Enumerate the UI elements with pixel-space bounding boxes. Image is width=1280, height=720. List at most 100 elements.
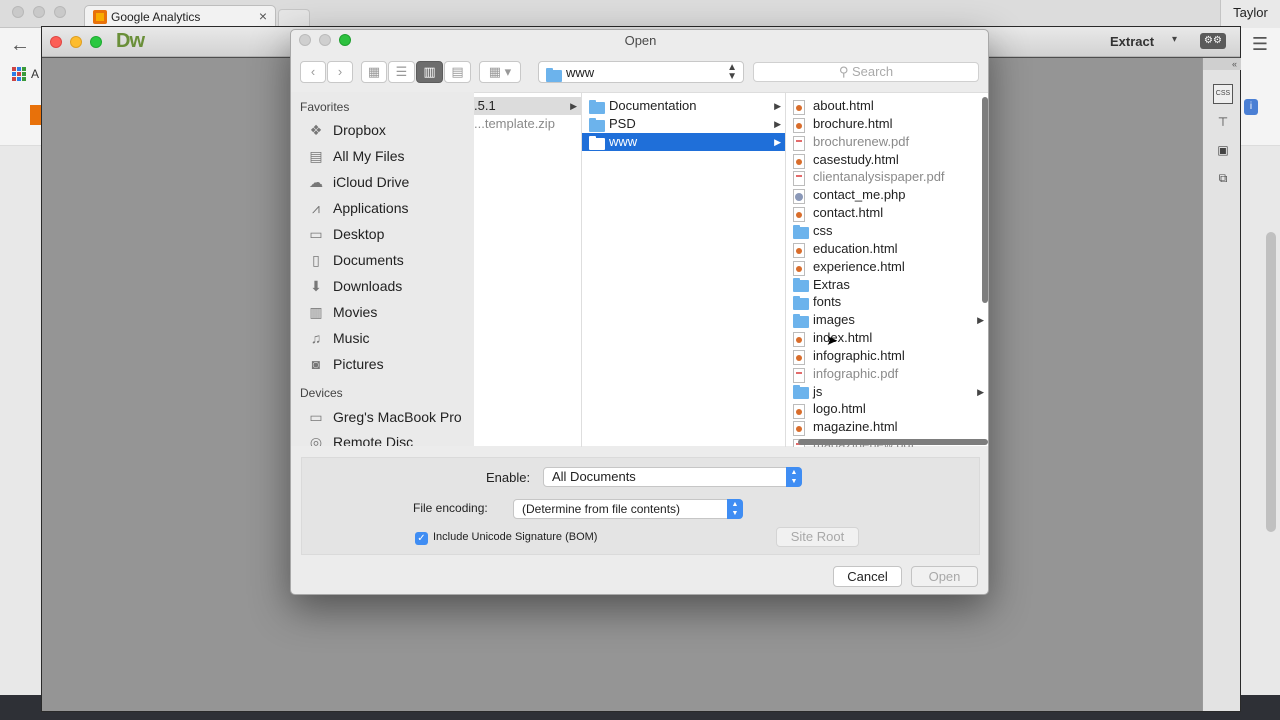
up-down-arrows-icon: ▲ ▼ xyxy=(786,467,802,487)
bom-checkbox-label[interactable]: Include Unicode Signature (BOM) xyxy=(433,531,597,543)
site-root-button[interactable]: Site Root xyxy=(776,527,859,547)
arrange-menu-button[interactable]: ▦ ▾ xyxy=(479,61,521,83)
list-item[interactable]: casestudy.html xyxy=(786,151,982,169)
column-view-button[interactable]: ▥ xyxy=(416,61,443,83)
browser-close-dot[interactable] xyxy=(12,6,24,18)
file-name: casestudy.html xyxy=(813,151,899,167)
list-item[interactable]: clientanalysispaper.pdf xyxy=(786,168,982,187)
sidebar-item-all-my-files[interactable]: ▤ All My Files xyxy=(305,145,470,167)
column-3: magazinenew.pdfmagazine.htmllogo.htmljs▶… xyxy=(786,93,988,447)
list-item[interactable]: fonts xyxy=(786,293,982,311)
folder-icon xyxy=(546,67,562,82)
zoom-window-dot[interactable] xyxy=(90,36,102,48)
chevron-down-icon[interactable]: ▾ xyxy=(1172,34,1177,45)
google-analytics-icon xyxy=(93,10,107,24)
vertical-scrollbar[interactable] xyxy=(982,97,988,303)
list-item[interactable]: .5.1 ▶ xyxy=(474,97,581,115)
panel-collapse-icon[interactable]: « xyxy=(1203,58,1241,70)
hamburger-menu-icon[interactable]: ☰ xyxy=(1252,34,1268,55)
close-window-dot[interactable] xyxy=(50,36,62,48)
file-name: magazine.html xyxy=(813,419,898,435)
browser-user-profile[interactable]: Taylor xyxy=(1220,0,1280,28)
tab-close-icon[interactable]: × xyxy=(259,8,267,24)
forward-button[interactable]: › xyxy=(327,61,353,83)
sidebar-item-remote-disc[interactable]: ◎ Remote Disc xyxy=(305,431,470,446)
file-name: about.html xyxy=(813,98,874,113)
sidebar-item-icloud-drive[interactable]: ☁ iCloud Drive xyxy=(305,171,470,193)
sidebar-item-movies[interactable]: ▥ Movies xyxy=(305,301,470,323)
film-icon: ▥ xyxy=(309,304,323,320)
bom-checkbox[interactable]: ✓ xyxy=(415,532,428,545)
file-name: css xyxy=(813,222,833,238)
sync-settings-icon[interactable]: ⚙⚙ xyxy=(1200,33,1226,49)
folder-icon xyxy=(589,116,605,134)
dom-tree-icon[interactable]: ⊤ xyxy=(1213,112,1233,132)
dialog-title: Open xyxy=(624,33,657,48)
sidebar-item-downloads[interactable]: ⬇ Downloads xyxy=(305,275,470,297)
folder-icon xyxy=(793,277,809,295)
list-item[interactable]: education.html xyxy=(786,240,982,258)
list-item[interactable]: magazine.html xyxy=(786,418,982,437)
workspace-switcher[interactable]: Extract xyxy=(1110,34,1154,49)
enable-select[interactable]: All Documents ▲ ▼ xyxy=(543,467,802,487)
open-button[interactable]: Open xyxy=(911,566,978,587)
file-name: experience.html xyxy=(813,258,905,274)
cloud-icon: ☁ xyxy=(309,174,323,190)
list-item[interactable]: infographic.html xyxy=(786,347,982,365)
search-input[interactable]: ⚲ Search xyxy=(753,62,979,82)
info-badge-icon[interactable]: i xyxy=(1244,99,1258,115)
browser-zoom-dot[interactable] xyxy=(54,6,66,18)
chevron-right-icon: ▶ xyxy=(570,101,577,111)
css-designer-icon[interactable]: CSS xyxy=(1213,84,1233,104)
page-scrollbar[interactable] xyxy=(1266,232,1276,532)
path-popup[interactable]: www ▲ ▼ xyxy=(538,61,744,83)
list-item[interactable]: brochure.html xyxy=(786,115,982,133)
cover-flow-button[interactable]: ▤ xyxy=(444,61,471,83)
file-name: clientanalysispaper.pdf xyxy=(813,169,945,185)
chevron-right-icon: ▶ xyxy=(977,315,984,326)
back-arrow-icon[interactable]: ← xyxy=(10,34,30,57)
file-encoding-label: File encoding: xyxy=(413,501,488,515)
chevron-right-icon: ▶ xyxy=(774,101,781,111)
dreamweaver-logo: Dw xyxy=(116,30,145,52)
list-item[interactable]: infographic.pdf xyxy=(786,365,982,383)
list-item[interactable]: index.html xyxy=(786,329,982,348)
sidebar-item-applications[interactable]: ⩘ Applications xyxy=(305,197,470,219)
list-item[interactable]: js ▶ xyxy=(786,383,984,401)
list-item[interactable]: css xyxy=(786,222,982,240)
browser-minimize-dot[interactable] xyxy=(33,6,45,18)
back-button[interactable]: ‹ xyxy=(300,61,326,83)
assets-briefcase-icon[interactable]: ▣ xyxy=(1213,140,1233,160)
list-item[interactable]: experience.html xyxy=(786,258,982,276)
snippets-icon[interactable]: ⧉ xyxy=(1213,168,1233,188)
list-item[interactable]: logo.html xyxy=(786,400,982,419)
list-item[interactable]: PSD ▶ xyxy=(582,115,785,134)
list-item[interactable]: Documentation ▶ xyxy=(582,97,785,115)
list-view-button[interactable]: ☰ xyxy=(388,61,415,83)
minimize-window-dot[interactable] xyxy=(70,36,82,48)
icon-view-button[interactable]: ▦ xyxy=(361,61,387,83)
sidebar-item-macbook-pro[interactable]: ▭ Greg's MacBook Pro xyxy=(305,406,470,428)
file-name: js xyxy=(813,383,823,399)
chevron-right-icon: ▶ xyxy=(774,137,781,147)
sidebar-item-dropbox[interactable]: ❖ Dropbox xyxy=(305,119,470,141)
sidebar-item-music[interactable]: ♫ Music xyxy=(305,327,470,349)
list-item[interactable]: ...template.zip xyxy=(474,115,581,133)
browser-tab-google-analytics[interactable]: Google Analytics × xyxy=(84,5,276,28)
sidebar-item-desktop[interactable]: ▭ Desktop xyxy=(305,223,470,245)
list-item-selected[interactable]: www ▶ xyxy=(582,133,785,151)
list-item[interactable]: brochurenew.pdf xyxy=(786,133,982,151)
sidebar-item-documents[interactable]: ▯ Documents xyxy=(305,249,470,271)
bookmark-label[interactable]: A xyxy=(31,67,39,81)
list-item[interactable]: Extras xyxy=(786,276,982,294)
browser-tab-title: Google Analytics xyxy=(111,10,201,24)
cancel-button[interactable]: Cancel xyxy=(833,566,902,587)
list-item[interactable]: images ▶ xyxy=(786,311,984,329)
file-encoding-select[interactable]: (Determine from file contents) ▲ ▼ xyxy=(513,499,743,519)
list-item[interactable]: contact.html xyxy=(786,204,982,223)
list-item[interactable]: about.html xyxy=(786,97,982,116)
list-item[interactable]: contact_me.php xyxy=(786,186,982,205)
apps-grid-icon[interactable] xyxy=(12,67,26,81)
horizontal-scrollbar[interactable] xyxy=(798,439,988,445)
sidebar-item-pictures[interactable]: ◙ Pictures xyxy=(305,353,470,375)
